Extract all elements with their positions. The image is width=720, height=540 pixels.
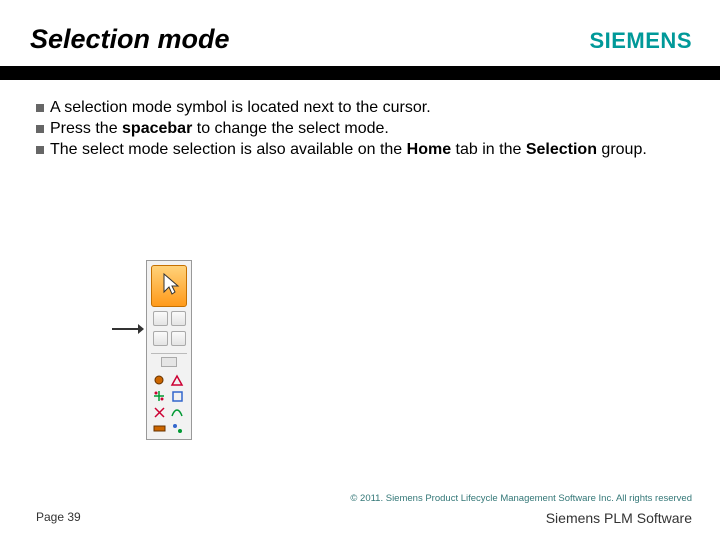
filter-icon[interactable] (170, 405, 185, 420)
footer-brand: Siemens PLM Software (546, 510, 692, 526)
text-span: tab in the (451, 141, 526, 158)
filter-icon[interactable] (152, 421, 167, 436)
bullet-text: A selection mode symbol is located next … (50, 98, 431, 119)
header-underline (0, 66, 720, 80)
text-span: The select mode selection is also availa… (50, 141, 407, 158)
arrow-head (138, 324, 144, 334)
filter-icon[interactable] (152, 405, 167, 420)
callout-arrow-icon (112, 326, 144, 332)
slide: Selection mode SIEMENS A selection mode … (0, 0, 720, 540)
bullet-item: A selection mode symbol is located next … (36, 98, 684, 119)
filter-icon[interactable] (170, 421, 185, 436)
text-span: to change the select mode. (192, 120, 389, 137)
bullet-text: Press the spacebar to change the select … (50, 119, 389, 140)
bullet-item: Press the spacebar to change the select … (36, 119, 684, 140)
dropdown-expand-button[interactable] (161, 357, 177, 367)
bullet-item: The select mode selection is also availa… (36, 140, 684, 161)
cursor-arrow-icon (162, 272, 180, 296)
bullet-icon (36, 125, 44, 133)
text-span: Press the (50, 120, 122, 137)
bullet-text: The select mode selection is also availa… (50, 140, 647, 161)
filter-icon[interactable] (170, 389, 185, 404)
page-number: Page 39 (36, 510, 81, 524)
text-span: A selection mode symbol is located next … (50, 99, 431, 116)
bullet-icon (36, 146, 44, 154)
bullet-icon (36, 104, 44, 112)
ribbon-panel (146, 260, 192, 440)
text-span: group. (597, 141, 647, 158)
selection-ribbon-illustration (112, 260, 202, 450)
page-title: Selection mode (30, 24, 230, 55)
filter-icon[interactable] (152, 373, 167, 388)
mode-option-button[interactable] (171, 311, 186, 326)
filter-icon[interactable] (152, 389, 167, 404)
separator (151, 353, 187, 354)
arrow-line (112, 328, 140, 330)
brand-logo: SIEMENS (589, 28, 692, 54)
mode-option-button[interactable] (171, 331, 186, 346)
text-bold: Home (407, 141, 451, 158)
filter-icon[interactable] (170, 373, 185, 388)
text-bold: spacebar (122, 120, 192, 137)
mode-option-button[interactable] (153, 331, 168, 346)
body-text: A selection mode symbol is located next … (36, 98, 684, 160)
filter-icon-grid (152, 373, 188, 437)
text-bold: Selection (526, 141, 597, 158)
copyright-text: © 2011. Siemens Product Lifecycle Manage… (350, 493, 692, 504)
mode-option-button[interactable] (153, 311, 168, 326)
select-button[interactable] (151, 265, 187, 307)
